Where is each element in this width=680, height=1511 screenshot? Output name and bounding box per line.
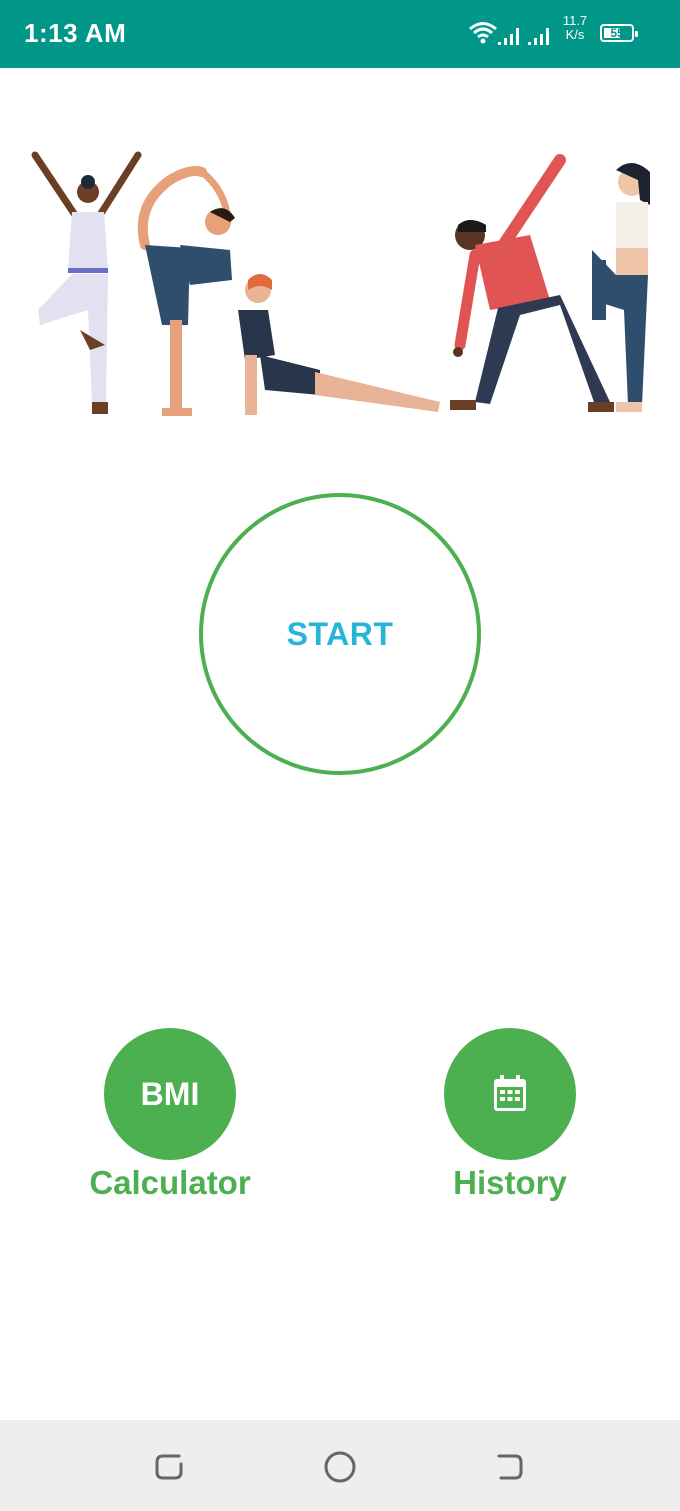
figure-standing-stretch <box>592 162 650 412</box>
figure-tree-pose <box>31 151 142 414</box>
figure-cobra-pose <box>238 274 440 415</box>
network-speed-unit: K/s <box>565 27 585 42</box>
recent-apps-icon[interactable] <box>153 1450 187 1484</box>
bmi-label: BMI <box>140 1075 200 1112</box>
status-bar: 1:13 AM 11.7 K/s 55 <box>0 0 680 68</box>
figure-dancer-pose <box>137 166 235 416</box>
bmi-calculator-caption[interactable]: Calculator <box>50 1164 290 1202</box>
yoga-illustration <box>31 151 650 416</box>
home-icon[interactable] <box>323 1450 357 1484</box>
battery-level: 55 <box>610 26 624 40</box>
figure-triangle-pose <box>450 154 614 412</box>
network-speed: 11.7 K/s <box>558 14 592 42</box>
status-time: 1:13 AM <box>24 18 127 48</box>
history-caption[interactable]: History <box>390 1164 630 1202</box>
start-label: START <box>286 615 394 652</box>
history-button[interactable] <box>444 1028 576 1160</box>
navigation-bar <box>0 1420 680 1511</box>
wifi-icon <box>469 22 497 44</box>
start-button[interactable]: START <box>199 493 481 775</box>
back-icon[interactable] <box>493 1450 527 1484</box>
calendar-icon <box>494 1075 526 1111</box>
bmi-calculator-button[interactable]: BMI <box>104 1028 236 1160</box>
network-speed-value: 11.7 <box>562 13 588 28</box>
battery-cap <box>635 31 638 37</box>
battery-icon: 55 <box>600 24 638 42</box>
signal-icon <box>498 28 549 45</box>
